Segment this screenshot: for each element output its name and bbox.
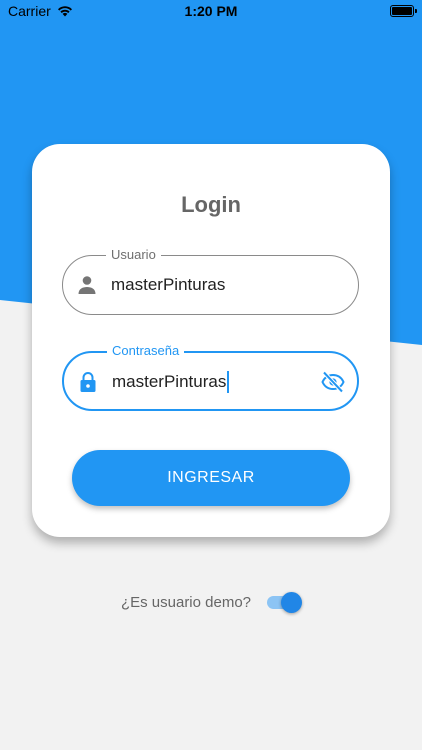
demo-user-label: ¿Es usuario demo? [120,593,252,611]
password-value: masterPinturas [112,372,227,391]
switch-thumb [281,592,303,613]
lock-icon [80,372,96,392]
battery-icon [390,5,417,17]
demo-user-row: ¿Es usuario demo? [0,590,422,614]
ingresar-button[interactable]: INGRESAR [72,450,350,506]
login-card: Login Usuario masterPinturas Contraseña … [32,144,390,537]
username-field[interactable]: Usuario masterPinturas [62,247,359,315]
demo-user-switch[interactable] [265,591,303,613]
password-field[interactable]: Contraseña masterPinturas [62,343,359,411]
eye-off-icon[interactable] [321,371,345,393]
clock: 1:20 PM [184,3,238,19]
login-title: Login [181,192,241,217]
password-label: Contraseña [107,343,185,359]
username-value: masterPinturas [111,275,226,294]
text-caret [227,371,230,393]
person-icon [78,276,96,294]
status-bar: Carrier 1:20 PM [0,0,422,24]
username-label: Usuario [106,247,161,263]
